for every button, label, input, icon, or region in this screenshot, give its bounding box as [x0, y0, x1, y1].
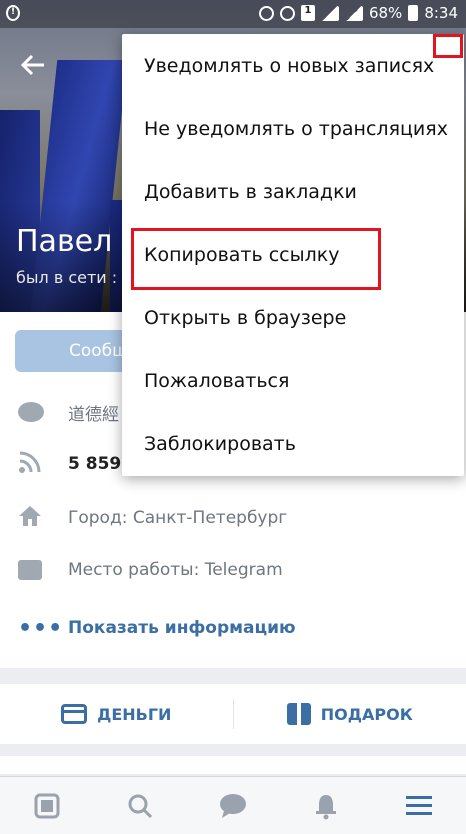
info-row-text: 道德經 — [68, 404, 119, 425]
back-arrow-icon[interactable] — [18, 50, 48, 80]
battery-percent: 68% — [368, 4, 403, 22]
show-info-link[interactable]: ••• Показать информацию — [0, 608, 466, 648]
signal-icon-2 — [344, 5, 363, 21]
nav-news[interactable] — [17, 777, 77, 834]
briefcase-icon — [18, 560, 42, 580]
nav-notifications[interactable] — [296, 777, 356, 834]
status-icons: 1 68% 8:34 — [258, 4, 458, 22]
signal-icon — [320, 5, 339, 21]
info-row-workplace[interactable]: Место работы: Telegram — [0, 550, 466, 590]
gift-label: ПОДАРОК — [320, 704, 413, 724]
clock: 8:34 — [424, 4, 458, 22]
gift-icon — [286, 703, 311, 725]
next-section-edge — [0, 756, 466, 774]
send-money-button[interactable]: ДЕНЬГИ — [0, 704, 233, 724]
menu-item-no-notify-streams[interactable]: Не уведомлять о трансляциях — [122, 97, 464, 160]
messages-icon — [219, 793, 246, 818]
news-feed-icon — [34, 793, 60, 818]
back-arrow-svg — [20, 54, 44, 76]
search-icon — [128, 794, 152, 818]
highlight-box-copy-link — [131, 228, 381, 290]
action-bar: ДЕНЬГИ ПОДАРОК — [0, 684, 466, 744]
menu-item-block[interactable]: Заблокировать — [122, 412, 464, 475]
menu-item-notify-posts[interactable]: Уведомлять о новых записях — [122, 34, 464, 97]
info-row-city: Город: Санкт-Петербург — [0, 498, 466, 538]
menu-item-add-bookmark[interactable]: Добавить в закладки — [122, 160, 464, 223]
info-row-text: Показать информацию — [68, 618, 296, 638]
battery-icon — [408, 5, 419, 21]
more-dots-icon: ••• — [18, 615, 64, 641]
bottom-navigation — [0, 776, 466, 834]
menu-item-open-browser[interactable]: Открыть в браузере — [122, 286, 464, 349]
alert-icon: ! — [6, 5, 20, 21]
sim-icon: 1 — [300, 5, 315, 21]
money-label: ДЕНЬГИ — [97, 704, 172, 724]
menu-item-report[interactable]: Пожаловаться — [122, 349, 464, 412]
info-row-text: Город: Санкт-Петербург — [68, 508, 288, 528]
speech-bubble-icon — [18, 402, 44, 422]
menu-hamburger-icon — [406, 795, 433, 815]
highlight-box-menu-corner — [433, 34, 463, 58]
nav-search[interactable] — [110, 777, 170, 834]
profile-online-status: был в сети : — [16, 268, 118, 287]
credit-card-icon — [61, 704, 88, 724]
status-bar: ! 1 68% 8:34 — [0, 0, 466, 28]
info-row-text: Место работы: Telegram — [68, 560, 283, 580]
home-icon — [19, 506, 41, 526]
nav-menu[interactable] — [389, 777, 449, 834]
send-gift-button[interactable]: ПОДАРОК — [234, 703, 466, 725]
wifi-icon — [279, 5, 295, 21]
alarm-icon — [258, 5, 274, 21]
notifications-bell-icon — [316, 794, 337, 819]
nav-messages[interactable] — [203, 777, 263, 834]
info-row-text: 5 859 — [68, 454, 122, 474]
rss-icon — [19, 451, 41, 473]
